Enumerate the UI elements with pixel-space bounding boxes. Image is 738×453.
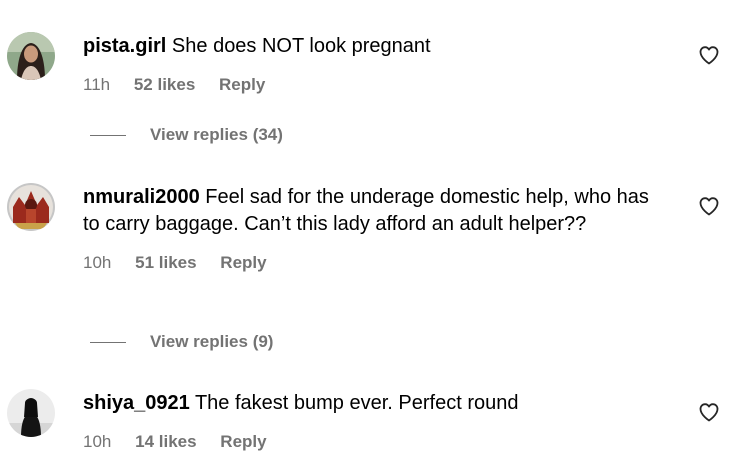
comment-text-block: pista.girl She does NOT look pregnant xyxy=(83,33,653,60)
view-replies-label: View replies (9) xyxy=(150,332,274,351)
profile-photo-silhouette-icon xyxy=(7,389,55,437)
view-replies-button[interactable]: View replies (34) xyxy=(90,123,283,147)
heart-outline-icon[interactable] xyxy=(697,194,721,218)
profile-photo-woman-icon xyxy=(7,32,55,80)
heart-outline-icon[interactable] xyxy=(697,43,721,67)
comment-username[interactable]: nmurali2000 xyxy=(83,186,200,208)
comment-username[interactable]: pista.girl xyxy=(83,35,166,57)
replies-divider-line xyxy=(90,341,126,343)
avatar[interactable] xyxy=(7,389,55,437)
comment-meta: 10h 51 likes Reply xyxy=(83,252,653,274)
comment-text-block: nmurali2000 Feel sad for the underage do… xyxy=(83,184,653,238)
view-replies-button[interactable]: View replies (9) xyxy=(90,330,273,354)
comment-text: She does NOT look pregnant xyxy=(171,35,431,57)
reply-button[interactable]: Reply xyxy=(220,252,266,274)
comment-username[interactable]: shiya_0921 xyxy=(83,392,190,414)
profile-photo-deity-icon xyxy=(7,183,55,231)
reply-button[interactable]: Reply xyxy=(219,74,265,96)
comment-text-block: shiya_0921 The fakest bump ever. Perfect… xyxy=(83,390,653,417)
comment-likes[interactable]: 52 likes xyxy=(134,74,195,96)
comment-likes[interactable]: 51 likes xyxy=(135,252,196,274)
comment-meta: 11h 52 likes Reply xyxy=(83,74,653,96)
avatar[interactable] xyxy=(7,32,55,80)
view-replies-label: View replies (34) xyxy=(150,125,283,144)
comment-time: 10h xyxy=(83,253,112,272)
comment-time: 11h xyxy=(83,75,111,94)
heart-outline-icon[interactable] xyxy=(697,400,721,424)
replies-divider-line xyxy=(90,134,126,136)
avatar[interactable] xyxy=(7,183,55,231)
comment-text: The fakest bump ever. Perfect round xyxy=(194,392,519,414)
